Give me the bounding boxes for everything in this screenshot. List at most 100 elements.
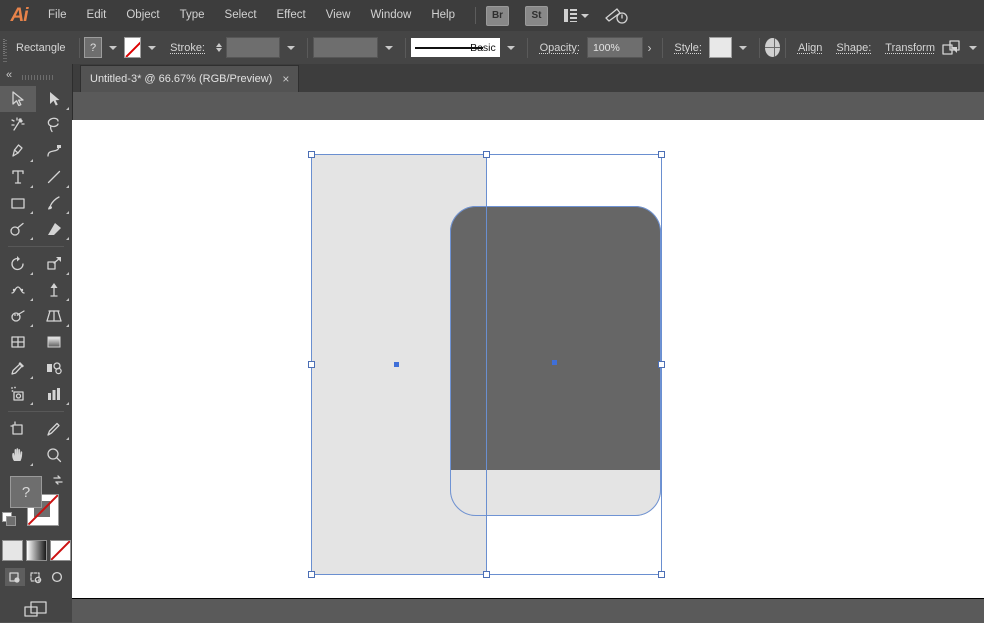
- selection-handle-middle-left[interactable]: [308, 361, 315, 368]
- pen-tool[interactable]: [0, 138, 36, 164]
- style-dropdown-icon[interactable]: [738, 45, 747, 50]
- lasso-tool[interactable]: [36, 112, 72, 138]
- brush-stroke-preview-icon: [414, 47, 483, 49]
- shape-builder-tool[interactable]: [0, 303, 36, 329]
- menu-item-view[interactable]: View: [316, 0, 361, 31]
- opacity-options-icon[interactable]: ›: [643, 41, 657, 55]
- tools-panel-drag-grip[interactable]: [22, 75, 54, 80]
- eyedropper-tool[interactable]: [0, 355, 36, 381]
- selection-handle-bottom-right[interactable]: [658, 571, 665, 578]
- column-graph-tool[interactable]: [36, 381, 72, 407]
- draw-normal-button[interactable]: [5, 568, 25, 586]
- hand-tool[interactable]: [0, 442, 36, 468]
- arrange-dropdown-icon[interactable]: [969, 45, 978, 50]
- default-stroke-swatch[interactable]: [6, 516, 16, 526]
- divider: [404, 37, 406, 58]
- artboard-tool[interactable]: [0, 416, 36, 442]
- status-bar: [72, 598, 984, 623]
- draw-behind-button[interactable]: [26, 568, 46, 586]
- opacity-input[interactable]: 100%: [586, 37, 643, 58]
- align-button[interactable]: Align: [791, 42, 829, 54]
- width-tool[interactable]: [0, 277, 36, 303]
- stroke-color-swatch[interactable]: [123, 37, 142, 58]
- none-swatch-button[interactable]: [49, 540, 71, 561]
- eraser-tool[interactable]: [36, 216, 72, 242]
- selection-handle-bottom-left[interactable]: [308, 571, 315, 578]
- shape-button[interactable]: Shape:: [829, 42, 878, 54]
- swap-fill-stroke-icon[interactable]: [52, 474, 64, 486]
- canvas-area[interactable]: [72, 120, 984, 598]
- rotate-tool[interactable]: [0, 251, 36, 277]
- draw-inside-button[interactable]: [47, 568, 67, 586]
- menu-item-help[interactable]: Help: [421, 0, 465, 31]
- opacity-label[interactable]: Opacity:: [533, 42, 587, 54]
- selection-handle-top-right[interactable]: [658, 151, 665, 158]
- selection-handle-top-left[interactable]: [308, 151, 315, 158]
- fill-stroke-controls: ?: [0, 472, 72, 538]
- tools-divider: [8, 246, 64, 247]
- shaper-tool[interactable]: [0, 216, 36, 242]
- shape-center-point: [552, 360, 557, 365]
- menu-item-window[interactable]: Window: [360, 0, 421, 31]
- paintbrush-tool[interactable]: [36, 190, 72, 216]
- bridge-button[interactable]: Br: [486, 5, 509, 26]
- direct-selection-tool[interactable]: [36, 86, 72, 112]
- symbol-sprayer-tool[interactable]: [0, 381, 36, 407]
- rectangle-tool[interactable]: [0, 190, 36, 216]
- fill-color-swatch[interactable]: ?: [84, 37, 102, 58]
- search-icon[interactable]: [603, 6, 629, 26]
- mesh-tool[interactable]: [0, 329, 36, 355]
- menu-item-object[interactable]: Object: [116, 0, 169, 31]
- tools-panel-header[interactable]: «: [0, 64, 72, 86]
- selection-handle-bottom-center[interactable]: [483, 571, 490, 578]
- selection-tool[interactable]: [0, 86, 36, 112]
- menu-item-edit[interactable]: Edit: [77, 0, 117, 31]
- brush-definition-select[interactable]: Basic: [410, 38, 500, 57]
- transform-button[interactable]: Transform: [878, 42, 942, 54]
- blend-tool[interactable]: [36, 355, 72, 381]
- document-tab-bar: Untitled-3* @ 66.67% (RGB/Preview) ×: [72, 64, 984, 92]
- magic-wand-tool[interactable]: [0, 112, 36, 138]
- brush-dropdown-icon[interactable]: [506, 45, 515, 50]
- document-tab-title: Untitled-3* @ 66.67% (RGB/Preview): [90, 73, 273, 85]
- collapse-panel-icon[interactable]: «: [6, 69, 12, 81]
- style-label[interactable]: Style:: [667, 42, 709, 54]
- menu-item-effect[interactable]: Effect: [267, 0, 316, 31]
- stock-button[interactable]: St: [525, 5, 548, 26]
- stroke-weight-stepper[interactable]: [216, 43, 222, 52]
- change-screen-mode-button[interactable]: [0, 600, 72, 620]
- curvature-tool[interactable]: [36, 138, 72, 164]
- selection-handle-middle-right[interactable]: [658, 361, 665, 368]
- arrange-objects-icon[interactable]: [942, 39, 962, 56]
- menu-item-select[interactable]: Select: [215, 0, 267, 31]
- free-transform-tool[interactable]: [36, 277, 72, 303]
- stroke-weight-input[interactable]: [226, 37, 280, 58]
- gradient-swatch-button[interactable]: [25, 540, 47, 561]
- gradient-tool[interactable]: [36, 329, 72, 355]
- scale-tool[interactable]: [36, 251, 72, 277]
- zoom-tool[interactable]: [36, 442, 72, 468]
- type-tool[interactable]: [0, 164, 36, 190]
- menu-item-file[interactable]: File: [38, 0, 77, 31]
- stroke-profile-dropdown-icon[interactable]: [384, 45, 393, 50]
- stroke-profile-input[interactable]: [312, 37, 378, 58]
- stroke-dropdown-icon[interactable]: [148, 45, 157, 50]
- control-bar-grip[interactable]: [0, 31, 8, 64]
- slice-tool[interactable]: [36, 416, 72, 442]
- stroke-weight-dropdown-icon[interactable]: [286, 45, 295, 50]
- close-icon[interactable]: ×: [282, 73, 289, 85]
- document-tab[interactable]: Untitled-3* @ 66.67% (RGB/Preview) ×: [80, 65, 300, 92]
- divider: [758, 37, 760, 58]
- line-segment-tool[interactable]: [36, 164, 72, 190]
- recolor-artwork-icon[interactable]: [764, 38, 781, 57]
- color-swatch-button[interactable]: [1, 540, 23, 561]
- menu-item-type[interactable]: Type: [170, 0, 215, 31]
- graphic-style-swatch[interactable]: [708, 37, 732, 58]
- fill-swatch[interactable]: ?: [10, 476, 42, 508]
- stroke-weight-label[interactable]: Stroke:: [163, 42, 212, 54]
- selection-handle-top-center[interactable]: [483, 151, 490, 158]
- divider: [78, 37, 80, 58]
- fill-dropdown-icon[interactable]: [108, 45, 117, 50]
- perspective-grid-tool[interactable]: [36, 303, 72, 329]
- workspace-switcher-icon[interactable]: [564, 9, 589, 22]
